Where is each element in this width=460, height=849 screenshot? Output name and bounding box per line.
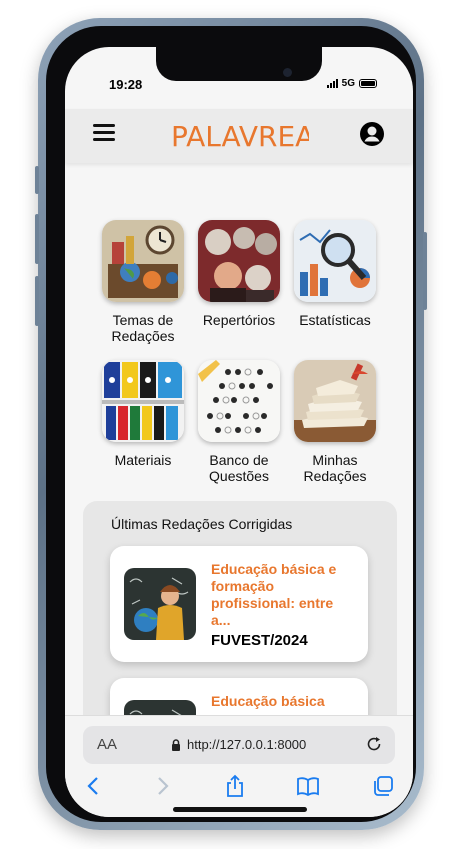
tile-label: Banco de Questões: [209, 452, 269, 484]
tile-banco-de-questoes[interactable]: Banco de Questões: [191, 360, 287, 484]
essay-title: Educação básica: [211, 693, 325, 709]
repertoire-image: [198, 220, 280, 302]
network-label: 5G: [341, 78, 355, 89]
materials-image: [102, 360, 184, 442]
question-bank-image: [198, 360, 280, 442]
tile-label: Estatísticas: [299, 312, 371, 328]
reload-icon[interactable]: [365, 735, 383, 753]
tile-label: Minhas Redações: [303, 452, 367, 484]
my-essays-image: [294, 360, 376, 442]
address-bar[interactable]: AA http://127.0.0.1:8000: [83, 726, 395, 764]
statistics-image: [294, 220, 376, 302]
mute-switch: [35, 166, 39, 194]
hamburger-menu-icon[interactable]: [93, 124, 115, 142]
volume-down-button: [35, 276, 39, 326]
app-header: PALAVREAR: [65, 109, 413, 163]
tile-minhas-redacoes[interactable]: Minhas Redações: [287, 360, 383, 484]
lock-icon: [172, 738, 180, 751]
power-button: [423, 232, 427, 310]
safari-toolbar: AA http://127.0.0.1:8000: [65, 715, 413, 817]
phone-bezel: 19:28 5G PALAVREAR: [46, 26, 416, 822]
recent-essays-panel: Últimas Redações Corrigidas Educação bás…: [83, 501, 397, 794]
tabs-icon[interactable]: [371, 774, 395, 798]
forward-icon[interactable]: [150, 774, 174, 798]
bookmarks-icon[interactable]: [296, 774, 320, 798]
share-icon[interactable]: [223, 774, 247, 798]
user-account-icon[interactable]: [359, 121, 385, 147]
status-bar: 19:28 5G: [65, 75, 413, 95]
themes-image: [102, 220, 184, 302]
tile-materiais[interactable]: Materiais: [95, 360, 191, 484]
text-size-button[interactable]: AA: [97, 736, 117, 753]
url-text: http://127.0.0.1:8000: [187, 737, 307, 752]
status-time: 19:28: [109, 77, 143, 92]
tile-label: Materiais: [114, 452, 172, 468]
palavrear-logo[interactable]: PALAVREAR: [169, 115, 309, 155]
essay-exam: FUVEST/2024: [211, 632, 308, 649]
tile-label: Temas de Redações: [111, 312, 175, 344]
back-icon[interactable]: [82, 774, 106, 798]
tile-estatisticas[interactable]: Estatísticas: [287, 220, 383, 344]
logo-text: PALAVREAR: [171, 120, 309, 153]
status-right: 5G: [326, 78, 377, 89]
essay-card[interactable]: Educação básica e formação profissional:…: [110, 546, 368, 662]
recent-essays-title: Últimas Redações Corrigidas: [111, 516, 293, 532]
feature-grid: Temas de Redações Repertórios Estatístic…: [95, 220, 383, 484]
volume-up-button: [35, 214, 39, 264]
screen: 19:28 5G PALAVREAR: [65, 47, 413, 817]
home-indicator[interactable]: [173, 807, 307, 812]
phone-frame: 19:28 5G PALAVREAR: [35, 18, 427, 830]
tile-temas-de-redacoes[interactable]: Temas de Redações: [95, 220, 191, 344]
essay-title: Educação básica e formação profissional:…: [211, 561, 337, 628]
signal-icon: [326, 79, 338, 88]
tile-label: Repertórios: [202, 312, 276, 328]
url-display[interactable]: http://127.0.0.1:8000: [171, 737, 306, 752]
browser-nav: [65, 774, 413, 804]
battery-icon: [359, 79, 377, 88]
tile-repertorios[interactable]: Repertórios: [191, 220, 287, 344]
essay-thumbnail-image: [124, 568, 196, 640]
